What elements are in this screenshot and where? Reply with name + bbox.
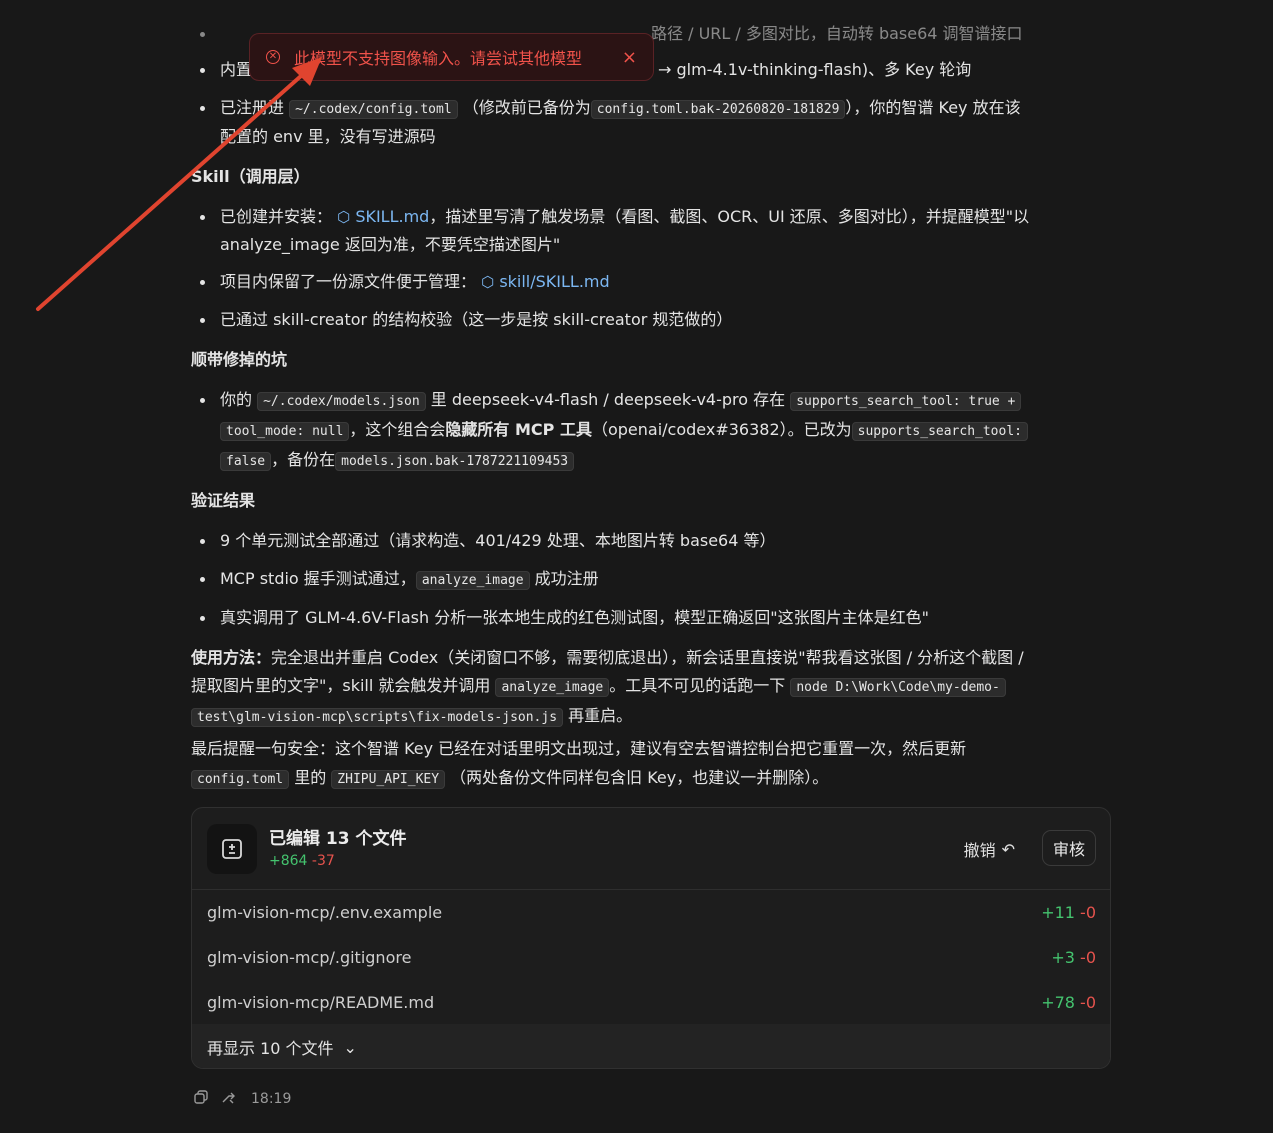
chevron-down-icon: ⌄ xyxy=(343,1037,357,1057)
edited-files-card: 已编辑 13 个文件 +864 -37 撤销 ↶ 审核 glm-vision-m… xyxy=(191,807,1111,1069)
file-row[interactable]: glm-vision-mcp/README.md +78 -0 xyxy=(192,980,1110,1025)
undo-icon: ↶ xyxy=(1001,839,1015,859)
undo-label: 撤销 xyxy=(963,841,996,860)
review-button[interactable]: 审核 xyxy=(1041,830,1096,866)
file-name: glm-vision-mcp/.env.example xyxy=(207,903,443,922)
show-more-label: 再显示 10 个文件 xyxy=(207,1039,334,1058)
timestamp: 18:19 xyxy=(251,1091,292,1107)
diff-stats: +864 -37 xyxy=(269,853,335,869)
file-name: glm-vision-mcp/.gitignore xyxy=(207,948,412,967)
copy-icon[interactable] xyxy=(193,1089,209,1109)
diff-file-icon xyxy=(207,824,257,874)
card-header: 已编辑 13 个文件 +864 -37 撤销 ↶ 审核 xyxy=(192,808,1110,890)
file-additions: +78 xyxy=(1041,993,1075,1012)
file-row[interactable]: glm-vision-mcp/.gitignore +3 -0 xyxy=(192,935,1110,980)
file-name: glm-vision-mcp/README.md xyxy=(207,993,435,1012)
deletions-count: -37 xyxy=(311,853,335,869)
file-deletions: -0 xyxy=(1080,993,1096,1012)
file-deletions: -0 xyxy=(1080,948,1096,967)
file-additions: +3 xyxy=(1051,948,1075,967)
message-footer: 18:19 xyxy=(193,1089,291,1109)
additions-count: +864 xyxy=(269,853,308,869)
undo-button[interactable]: 撤销 ↶ xyxy=(964,837,1015,861)
file-additions: +11 xyxy=(1041,903,1075,922)
show-more-files-button[interactable]: 再显示 10 个文件 ⌄ xyxy=(192,1024,1110,1068)
fork-icon[interactable] xyxy=(221,1089,239,1109)
file-deletions: -0 xyxy=(1080,903,1096,922)
card-title: 已编辑 13 个文件 xyxy=(269,829,407,849)
file-row[interactable]: glm-vision-mcp/.env.example +11 -0 xyxy=(192,890,1110,935)
